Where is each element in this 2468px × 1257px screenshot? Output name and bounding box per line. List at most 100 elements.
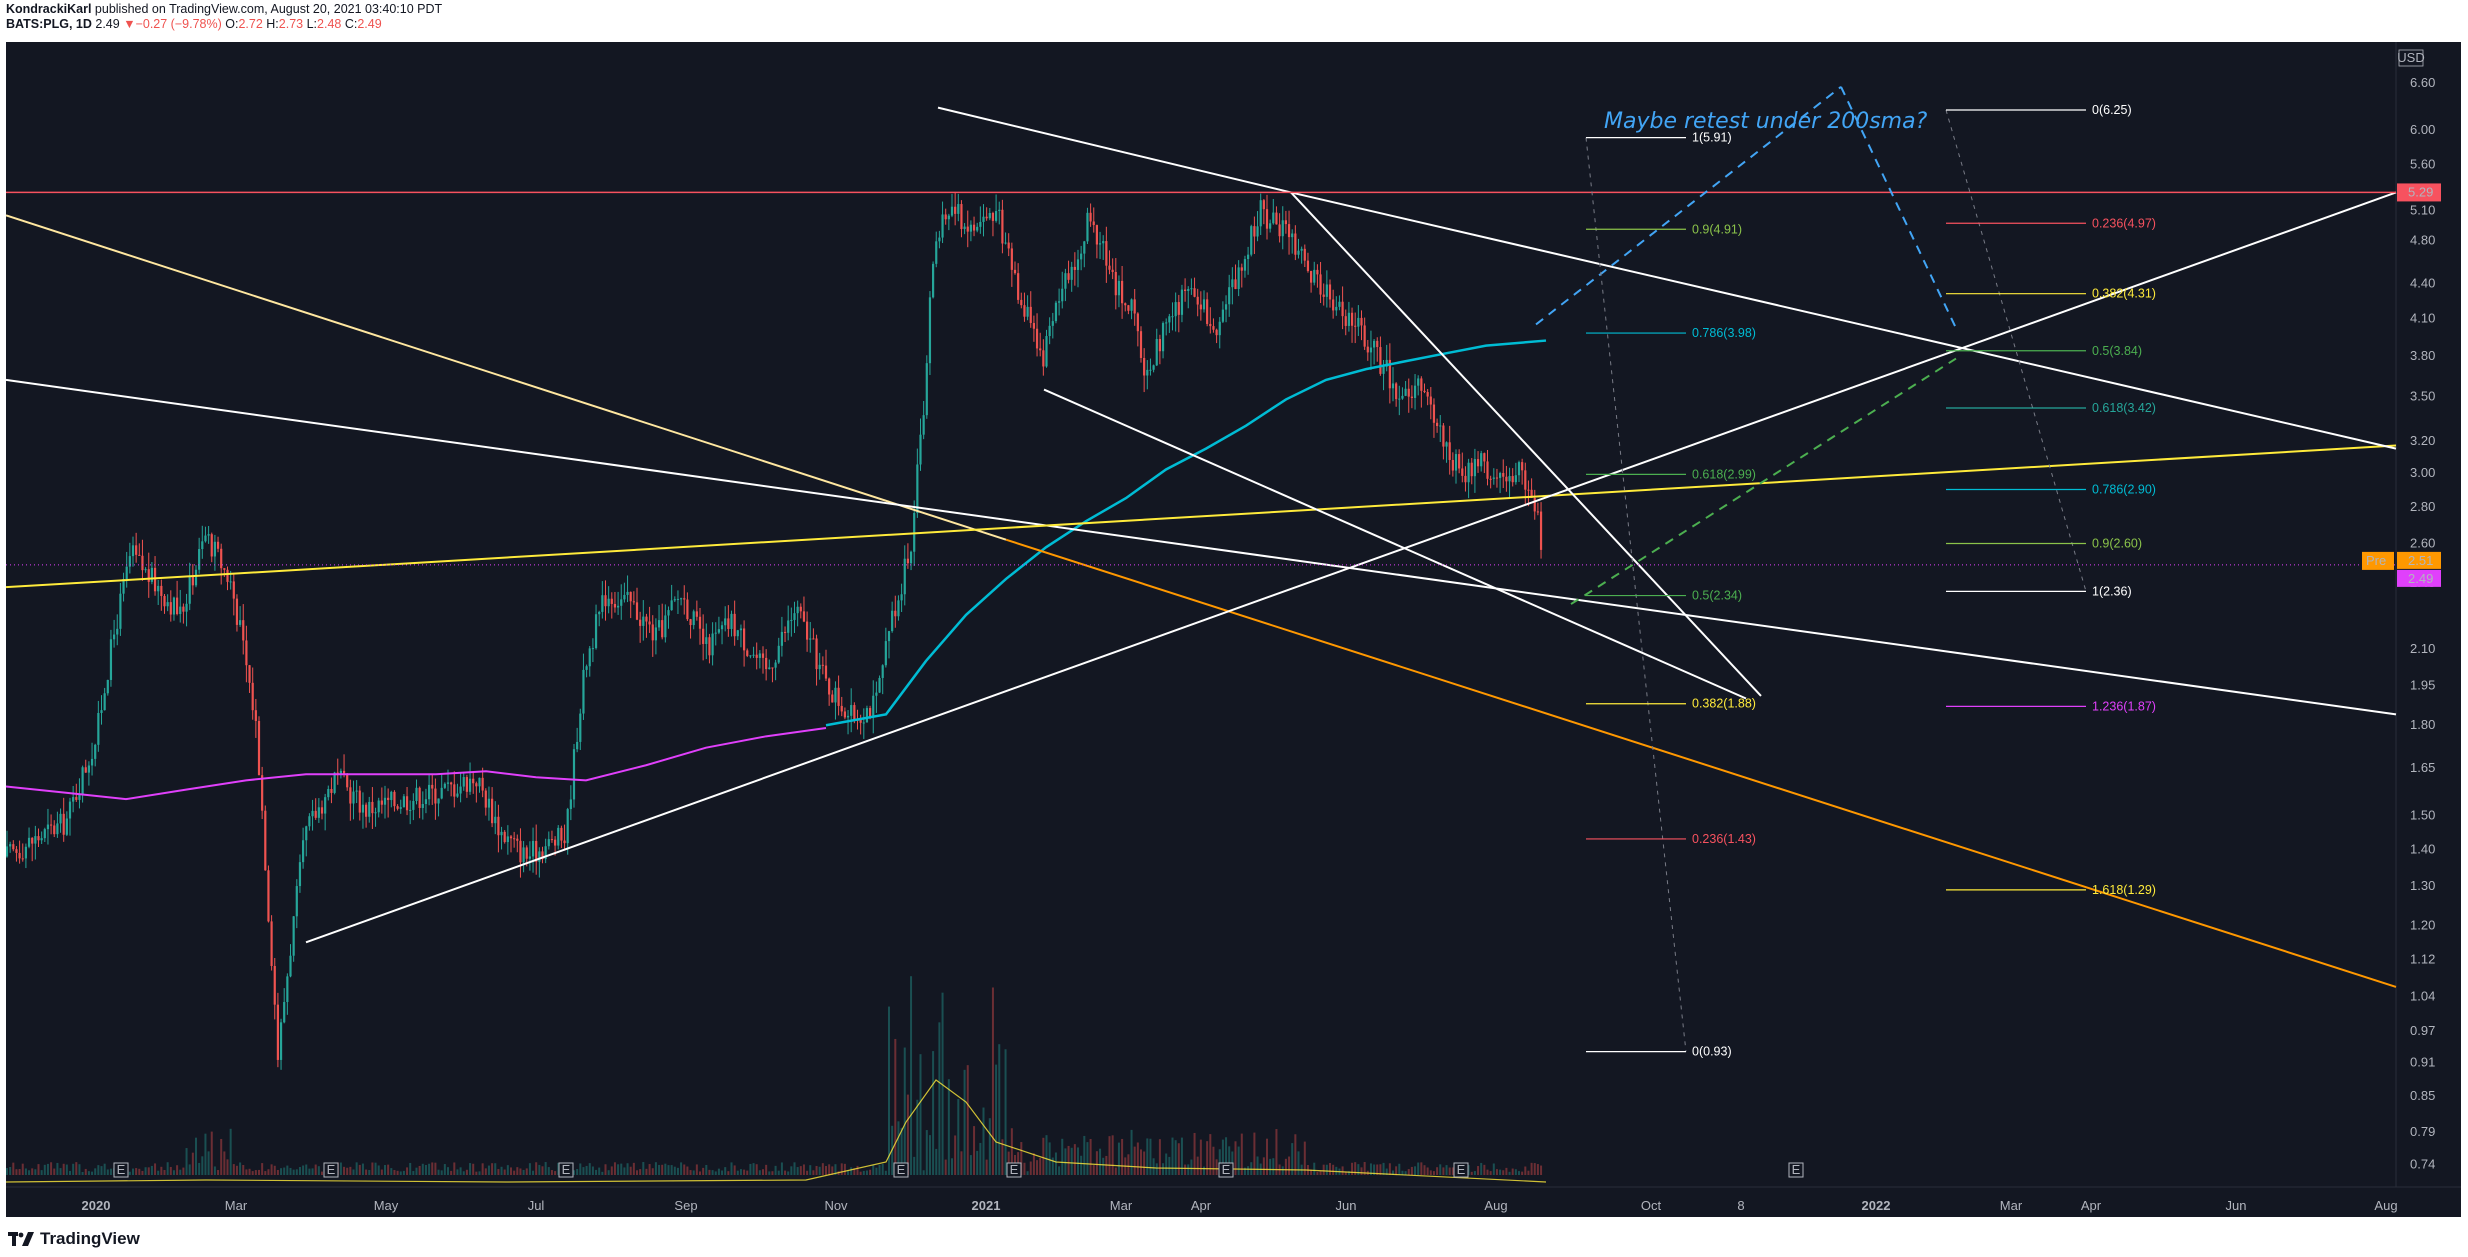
- candle-body: [1124, 303, 1127, 306]
- candle-body: [1272, 212, 1275, 224]
- x-tick-label: Sep: [674, 1198, 697, 1213]
- candle-body: [969, 224, 972, 232]
- volume-bar: [519, 1168, 522, 1175]
- candle-body: [837, 687, 840, 706]
- candle-body: [242, 620, 245, 641]
- volume-bar: [434, 1162, 437, 1175]
- candle-body: [1092, 221, 1095, 226]
- candle-body: [220, 548, 223, 569]
- candle-body: [1168, 316, 1171, 323]
- volume-bar: [695, 1164, 698, 1175]
- fib-left-trend-dashed[interactable]: [1585, 137, 1687, 1052]
- wedge-bottom-line[interactable]: [1043, 388, 1747, 700]
- candle-body: [875, 692, 878, 696]
- candle-body: [1401, 395, 1404, 399]
- trendline-yellow[interactable]: [6, 444, 2397, 589]
- candle-body: [24, 846, 27, 859]
- volume-bar: [532, 1170, 535, 1175]
- tradingview-logo[interactable]: TradingView: [8, 1229, 140, 1249]
- candle-body: [68, 801, 72, 819]
- candle-body: [601, 595, 604, 612]
- wedge-diagonal[interactable]: [1290, 191, 1762, 697]
- volume-bar: [1480, 1162, 1483, 1175]
- candle-body: [434, 788, 437, 804]
- trendline-white-long[interactable]: [6, 378, 2397, 716]
- candle-body: [1212, 326, 1215, 330]
- volume-bar: [541, 1166, 544, 1175]
- candle-body: [894, 610, 897, 617]
- open-value: 2.72: [238, 17, 263, 31]
- volume-bar: [276, 1169, 279, 1175]
- volume-bar: [916, 1099, 919, 1175]
- price-chart[interactable]: 1(5.91)0.9(4.91)0.786(3.98)0.618(2.99)0.…: [6, 42, 2461, 1217]
- wedge-top-extension[interactable]: [1290, 191, 2397, 450]
- candle-body: [818, 664, 821, 670]
- candle-body: [226, 569, 229, 582]
- volume-bar: [651, 1168, 654, 1175]
- volume-bar: [676, 1167, 679, 1175]
- volume-bar: [503, 1169, 506, 1175]
- volume-bar: [428, 1163, 431, 1175]
- candle-body: [909, 551, 913, 564]
- currency-label: USD: [2397, 50, 2424, 65]
- volume-bar: [995, 1064, 998, 1175]
- candle-body: [472, 778, 475, 784]
- volume-bar: [755, 1164, 758, 1175]
- candle-body: [516, 838, 519, 841]
- candle-body: [1221, 309, 1224, 322]
- chart-canvas[interactable]: 1(5.91) 0.9(4.91) 0.786(3.98) 0.618(2.99) 0.…: [6, 42, 2461, 1217]
- candle-body: [1247, 254, 1250, 260]
- volume-bar: [711, 1170, 714, 1175]
- earnings-marker-label: E: [117, 1162, 126, 1177]
- candle-body: [846, 715, 850, 718]
- volume-bar: [626, 1163, 629, 1175]
- candle-body: [1130, 299, 1133, 311]
- candle-body: [774, 662, 777, 668]
- volume-bar: [390, 1168, 393, 1175]
- volume-bar: [812, 1170, 815, 1175]
- candle-body: [65, 818, 68, 835]
- fib-right-label: 0.9(2.60): [2092, 536, 2142, 550]
- candle-body: [1136, 313, 1139, 332]
- trendline-white-support[interactable]: [305, 191, 2397, 944]
- volume-bar: [472, 1163, 475, 1175]
- candle-body: [239, 620, 242, 625]
- candle-body: [1495, 477, 1499, 479]
- candle-body: [497, 816, 500, 836]
- volume-bar: [1117, 1142, 1120, 1175]
- candle-body: [153, 567, 157, 592]
- candle-body: [1089, 212, 1092, 222]
- candle-body: [1464, 475, 1467, 483]
- candle-body: [919, 434, 922, 465]
- volume-bar: [91, 1171, 94, 1175]
- author-name[interactable]: KondrackiKarl: [6, 2, 91, 16]
- volume-bar: [544, 1162, 547, 1175]
- projection-green-dashed[interactable]: [1570, 357, 1957, 605]
- volume-bar: [443, 1164, 446, 1175]
- volume-bar: [377, 1165, 380, 1175]
- candle-body: [210, 534, 213, 557]
- y-tick-label: 0.79: [2410, 1124, 2435, 1139]
- candle-body: [1080, 253, 1083, 260]
- candle-body: [579, 713, 582, 742]
- y-tick-label: 1.95: [2410, 678, 2435, 693]
- volume-bar: [1521, 1171, 1524, 1175]
- candle-body: [824, 665, 828, 679]
- volume-bar: [447, 1167, 449, 1175]
- volume-bar: [617, 1164, 620, 1175]
- wedge-top-line[interactable]: [937, 106, 1292, 194]
- trendline-light-yellow[interactable]: [6, 214, 1007, 541]
- candle-body: [320, 807, 324, 814]
- volume-bar: [1414, 1166, 1417, 1175]
- premarket-price-label: 2.51: [2408, 553, 2433, 568]
- volume-bar: [1039, 1157, 1042, 1175]
- candle-body: [465, 777, 468, 792]
- candle-body: [790, 619, 793, 621]
- volume-bar: [1155, 1163, 1158, 1175]
- candle-body: [1338, 301, 1341, 307]
- candle-body: [932, 263, 935, 298]
- volume-bar: [1473, 1171, 1476, 1175]
- trendline-orange[interactable]: [1005, 538, 2397, 988]
- candle-body: [1020, 299, 1023, 306]
- volume-bar: [1070, 1147, 1073, 1175]
